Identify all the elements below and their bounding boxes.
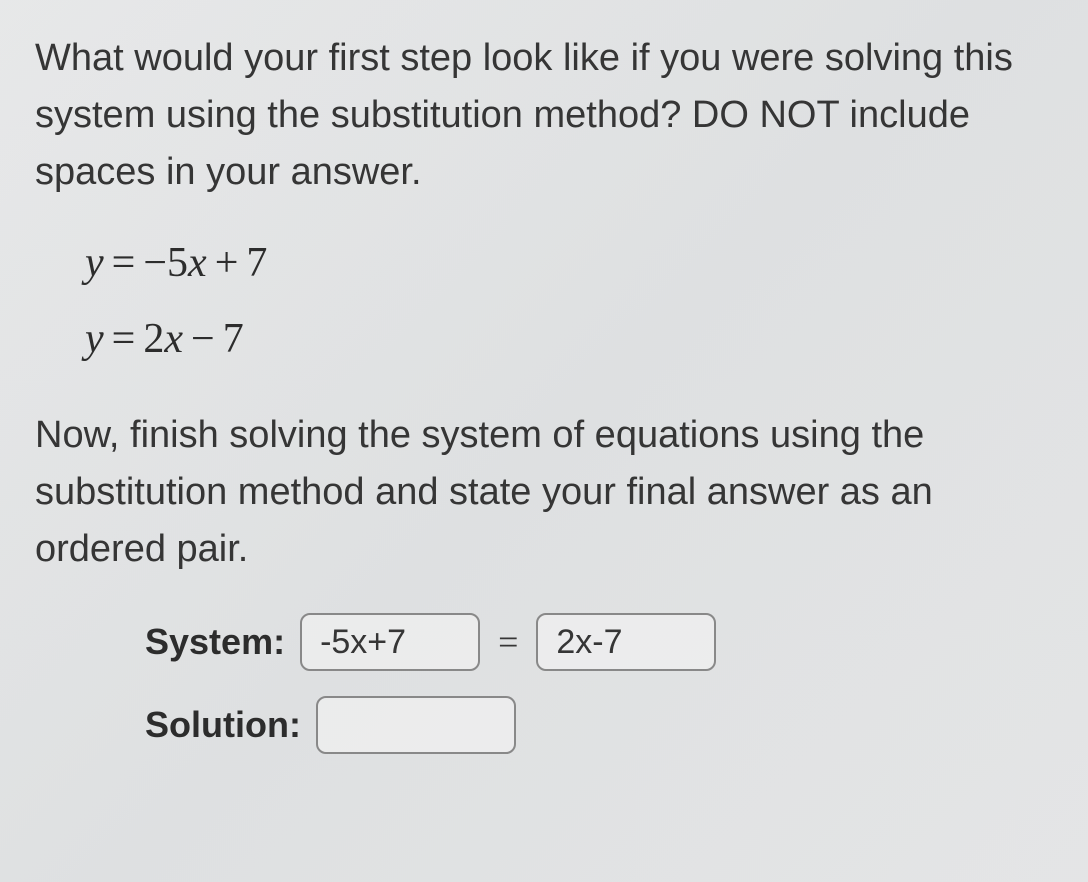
eq1-var: x (188, 240, 207, 286)
solution-answer-row: Solution: (35, 696, 1053, 754)
equation-system: y=−5x+7 y=2x−7 (35, 226, 1053, 377)
system-input-2[interactable]: 2x-7 (536, 613, 716, 671)
equals-sign: = (498, 621, 518, 663)
equation-2: y=2x−7 (85, 302, 1053, 378)
system-label: System: (145, 621, 285, 663)
eq1-equals: = (112, 240, 136, 286)
eq1-coef: −5 (143, 240, 188, 286)
system-input-1[interactable]: -5x+7 (300, 613, 480, 671)
eq1-lhs: y (85, 240, 104, 286)
equation-1: y=−5x+7 (85, 226, 1053, 302)
system-answer-row: System: -5x+7 = 2x-7 (35, 613, 1053, 671)
solution-label: Solution: (145, 704, 301, 746)
eq2-op: − (191, 316, 215, 362)
eq2-var: x (164, 316, 183, 362)
eq2-equals: = (112, 316, 136, 362)
eq1-const: 7 (246, 240, 267, 286)
question-text-part1: What would your first step look like if … (35, 30, 1053, 201)
eq2-const: 7 (223, 316, 244, 362)
eq2-coef: 2 (143, 316, 164, 362)
question-text-part2: Now, finish solving the system of equati… (35, 407, 1053, 578)
solution-input[interactable] (316, 696, 516, 754)
eq1-op: + (215, 240, 239, 286)
eq2-lhs: y (85, 316, 104, 362)
